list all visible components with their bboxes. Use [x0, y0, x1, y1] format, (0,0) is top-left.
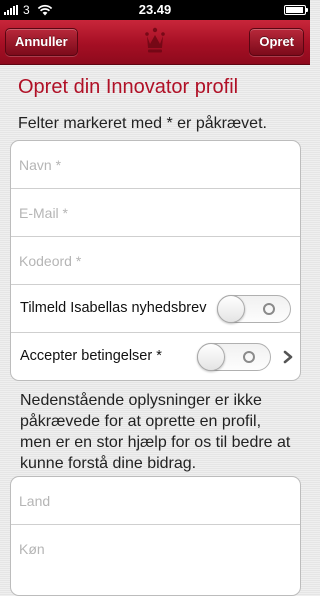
page-title: Opret din Innovator profil	[18, 76, 239, 98]
terms-row[interactable]: Accepter betingelser *	[11, 333, 300, 380]
cancel-button[interactable]: Annuller	[5, 28, 78, 56]
terms-label: Accepter betingelser *	[20, 348, 162, 364]
required-fields-group: Tilmeld Isabellas nyhedsbrev Accepter be…	[10, 140, 301, 381]
newsletter-toggle[interactable]	[217, 295, 291, 323]
optional-fields-group	[10, 476, 301, 596]
newsletter-label: Tilmeld Isabellas nyhedsbrev	[20, 300, 207, 316]
toggle-knob	[197, 343, 225, 371]
toggle-off-icon	[263, 303, 275, 315]
chevron-right-icon[interactable]	[281, 349, 295, 365]
name-row	[11, 141, 300, 189]
terms-toggle[interactable]	[197, 343, 271, 371]
email-input[interactable]	[19, 189, 289, 236]
newsletter-row: Tilmeld Isabellas nyhedsbrev	[11, 285, 300, 333]
toggle-off-icon	[243, 351, 255, 363]
required-note: Felter markeret med * er påkrævet.	[18, 115, 267, 132]
status-bar: 3 23.49	[0, 0, 310, 20]
toggle-knob	[217, 295, 245, 323]
name-input[interactable]	[19, 141, 289, 188]
password-input[interactable]	[19, 237, 289, 284]
optional-info-note: Nedenstående oplysninger er ikke påkræve…	[20, 392, 291, 472]
password-row	[11, 237, 300, 285]
email-row	[11, 189, 300, 237]
country-input[interactable]	[19, 477, 289, 524]
gender-row	[11, 525, 300, 573]
status-time: 23.49	[138, 2, 172, 17]
create-button[interactable]: Opret	[249, 28, 304, 56]
battery-icon	[284, 5, 308, 15]
crown-logo-icon	[145, 27, 165, 53]
gender-input[interactable]	[19, 525, 289, 572]
country-row	[11, 477, 300, 525]
navigation-bar: Annuller Opret	[0, 20, 310, 65]
